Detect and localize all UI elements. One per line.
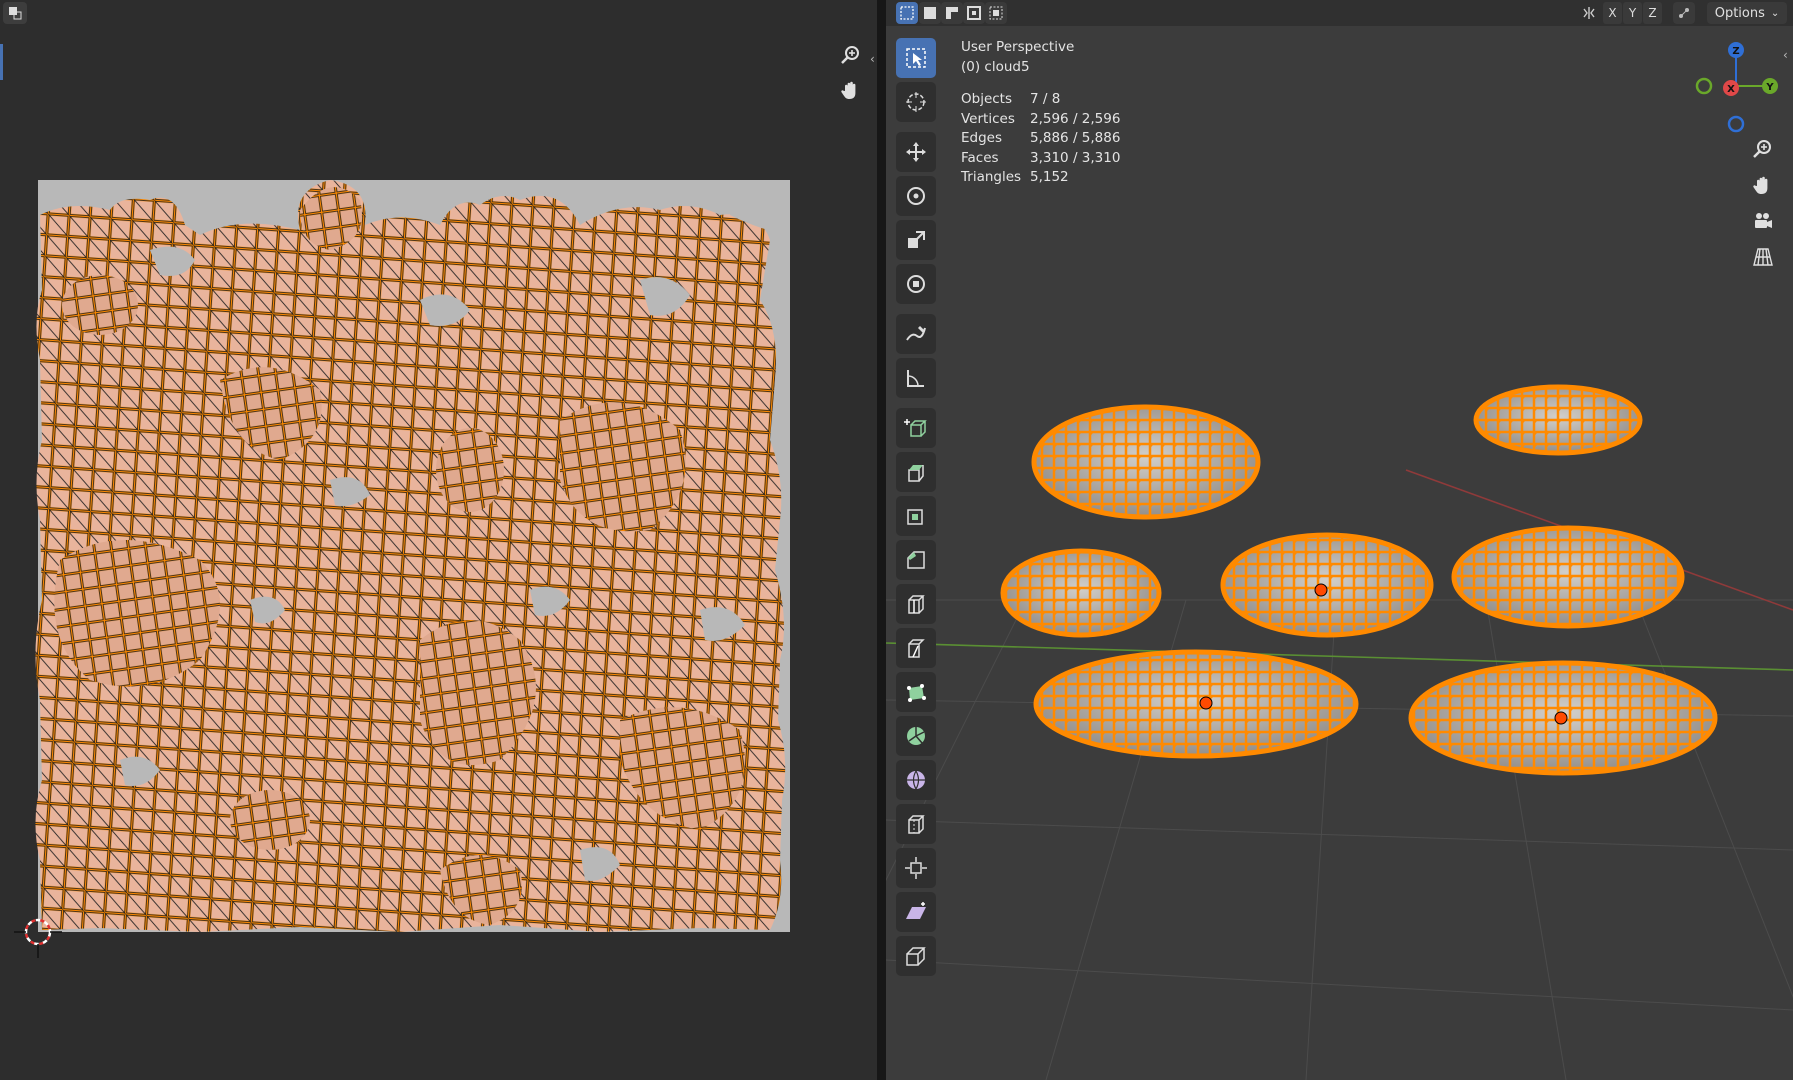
viewport-pan-hand-icon[interactable]: [1748, 170, 1778, 200]
select-invert-icon[interactable]: [963, 2, 985, 24]
mirror-x-toggle[interactable]: X: [1603, 2, 1622, 24]
stat-value: 7 / 8: [1030, 91, 1061, 107]
tool-select-box-icon[interactable]: [896, 38, 936, 78]
mirror-options-icon[interactable]: [1578, 2, 1600, 24]
tool-spin-icon[interactable]: [896, 716, 936, 756]
uv-layout-canvas[interactable]: [0, 0, 877, 1080]
gizmo-x-label: X: [1727, 84, 1735, 95]
stat-vertices: Vertices 2,596 / 2,596: [961, 110, 1120, 130]
tool-inset-icon[interactable]: [896, 496, 936, 536]
area-divider[interactable]: [877, 0, 886, 1080]
tool-rip-region-icon[interactable]: [896, 936, 936, 976]
cloud-object[interactable]: [1220, 532, 1434, 638]
cloud-object[interactable]: [1000, 548, 1162, 638]
cloud-object-active[interactable]: [1033, 649, 1359, 759]
3d-viewport-panel[interactable]: X Y Z Options ⌄ User Perspective (0) clo…: [886, 0, 1793, 1080]
cloud-object[interactable]: [1031, 404, 1261, 520]
cloud-object[interactable]: [1473, 384, 1643, 456]
tool-annotate-icon[interactable]: [896, 314, 936, 354]
select-new-icon[interactable]: [896, 2, 918, 24]
perspective-toggle-icon[interactable]: [1748, 242, 1778, 272]
viewport-zoom-icon[interactable]: [1748, 134, 1778, 164]
viewport-header: X Y Z Options ⌄: [886, 0, 1793, 26]
auto-merge-icon[interactable]: [1673, 2, 1695, 24]
stat-label: Vertices: [961, 110, 1015, 127]
gizmo-z-label: Z: [1732, 46, 1739, 57]
tool-extrude-icon[interactable]: [896, 452, 936, 492]
stat-value: 5,152: [1030, 169, 1069, 185]
stat-value: 2,596 / 2,596: [1030, 110, 1121, 127]
navigation-gizmo[interactable]: Z Y X: [1686, 38, 1786, 138]
camera-view-icon[interactable]: [1748, 206, 1778, 236]
tool-shrink-fatten-icon[interactable]: [896, 848, 936, 888]
tool-smooth-icon[interactable]: [896, 760, 936, 800]
tool-rotate-icon[interactable]: [896, 176, 936, 216]
chevron-down-icon: ⌄: [1770, 7, 1780, 19]
mirror-z-toggle[interactable]: Z: [1643, 2, 1662, 24]
stat-value: 5,886 / 5,886: [1030, 130, 1121, 146]
select-subtract-icon[interactable]: [941, 2, 963, 24]
viewport-info-overlay: User Perspective (0) cloud5 Objects 7 / 8…: [961, 38, 1120, 188]
cloud-object[interactable]: [1408, 660, 1718, 776]
tool-cursor-icon[interactable]: [896, 82, 936, 122]
stat-edges: Edges 5,886 / 5,886: [961, 129, 1120, 149]
mirror-y-toggle[interactable]: Y: [1623, 2, 1642, 24]
tool-poly-build-icon[interactable]: [896, 672, 936, 712]
active-object-name: (0) cloud5: [961, 58, 1030, 75]
gizmo-y-label: Y: [1765, 82, 1774, 93]
select-extend-icon[interactable]: [919, 2, 941, 24]
gizmo-neg-y-icon[interactable]: [1695, 77, 1713, 95]
stat-label: Triangles: [961, 169, 1022, 185]
tool-transform-icon[interactable]: [896, 264, 936, 304]
gizmo-neg-z-icon[interactable]: [1727, 115, 1745, 133]
stat-faces: Faces 3,310 / 3,310: [961, 149, 1120, 169]
tool-add-cube-icon[interactable]: [896, 408, 936, 448]
tool-measure-icon[interactable]: [896, 358, 936, 398]
tool-shear-icon[interactable]: [896, 892, 936, 932]
stat-triangles: Triangles 5,152: [961, 168, 1120, 188]
view-name: User Perspective: [961, 39, 1075, 55]
stat-label: Edges: [961, 130, 1003, 146]
stat-objects: Objects 7 / 8: [961, 90, 1120, 110]
tool-scale-icon[interactable]: [896, 220, 936, 260]
viewport-sidebar-toggle-icon[interactable]: ‹: [1783, 48, 1788, 62]
select-intersect-icon[interactable]: [985, 2, 1007, 24]
uv-editor-panel[interactable]: ‹: [0, 0, 877, 1080]
tool-knife-icon[interactable]: [896, 628, 936, 668]
stat-value: 3,310 / 3,310: [1030, 149, 1121, 166]
tool-bevel-icon[interactable]: [896, 540, 936, 580]
tool-move-icon[interactable]: [896, 132, 936, 172]
tool-loop-cut-icon[interactable]: [896, 584, 936, 624]
stat-label: Faces: [961, 149, 999, 166]
cloud-object[interactable]: [1451, 525, 1685, 629]
viewport-toolbar: [896, 38, 938, 988]
options-dropdown[interactable]: Options ⌄: [1707, 2, 1787, 24]
stat-label: Objects: [961, 91, 1013, 107]
options-label: Options: [1714, 5, 1765, 21]
tool-edge-slide-icon[interactable]: [896, 804, 936, 844]
